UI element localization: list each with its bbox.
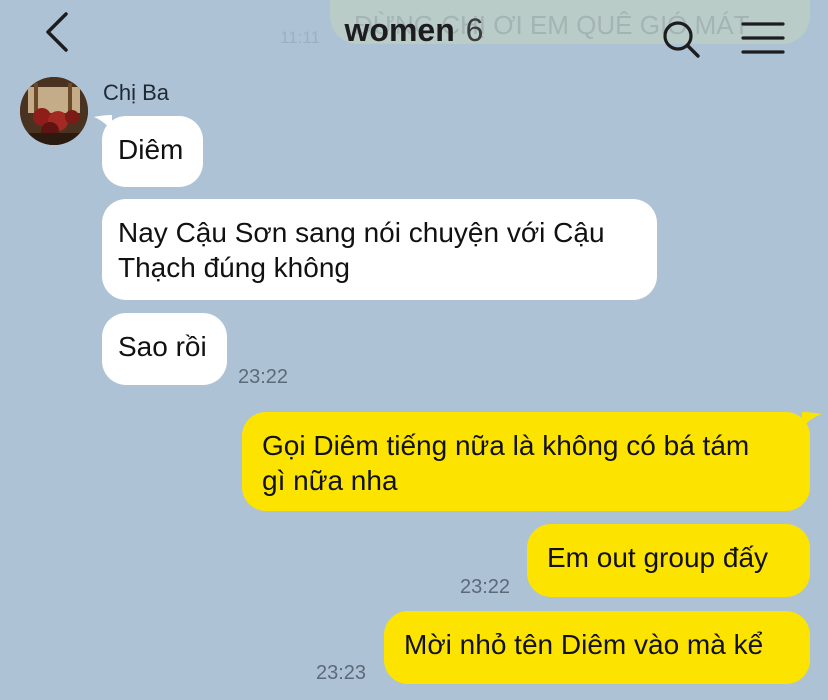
- message-bubble-outgoing[interactable]: Mời nhỏ tên Diêm vào mà kể: [384, 611, 810, 684]
- previous-message-time: 11:11: [280, 28, 321, 47]
- message-bubble-incoming[interactable]: Diêm: [102, 116, 203, 187]
- avatar-image: [20, 77, 88, 145]
- message-time: 23:22: [238, 366, 289, 388]
- sender-name: Chị Ba: [103, 80, 170, 105]
- search-icon: [663, 21, 700, 58]
- avatar[interactable]: [20, 77, 88, 145]
- chevron-left-icon: [46, 12, 68, 52]
- message-bubble-outgoing[interactable]: Em out group đấy: [527, 524, 810, 597]
- back-button[interactable]: [38, 10, 82, 54]
- message-time: 23:23: [316, 662, 367, 684]
- previous-message-preview: ĐỪNG CHỊ ƠI EM QUÊ GIÓ MÁT: [330, 0, 810, 44]
- chat-header: ĐỪNG CHỊ ƠI EM QUÊ GIÓ MÁT 11:11 women 6: [0, 0, 828, 72]
- message-bubble-incoming[interactable]: Sao rồi: [102, 313, 227, 385]
- search-button[interactable]: [660, 18, 702, 60]
- message-time: 23:22: [460, 576, 511, 598]
- message-bubble-incoming[interactable]: Nay Cậu Sơn sang nói chuyện với Cậu Thạc…: [102, 199, 657, 300]
- bubble-tail: [802, 412, 822, 428]
- message-bubble-outgoing[interactable]: Gọi Diêm tiếng nữa là không có bá tám gì…: [242, 412, 810, 511]
- menu-button[interactable]: [740, 20, 786, 56]
- hamburger-menu-icon: [741, 22, 785, 54]
